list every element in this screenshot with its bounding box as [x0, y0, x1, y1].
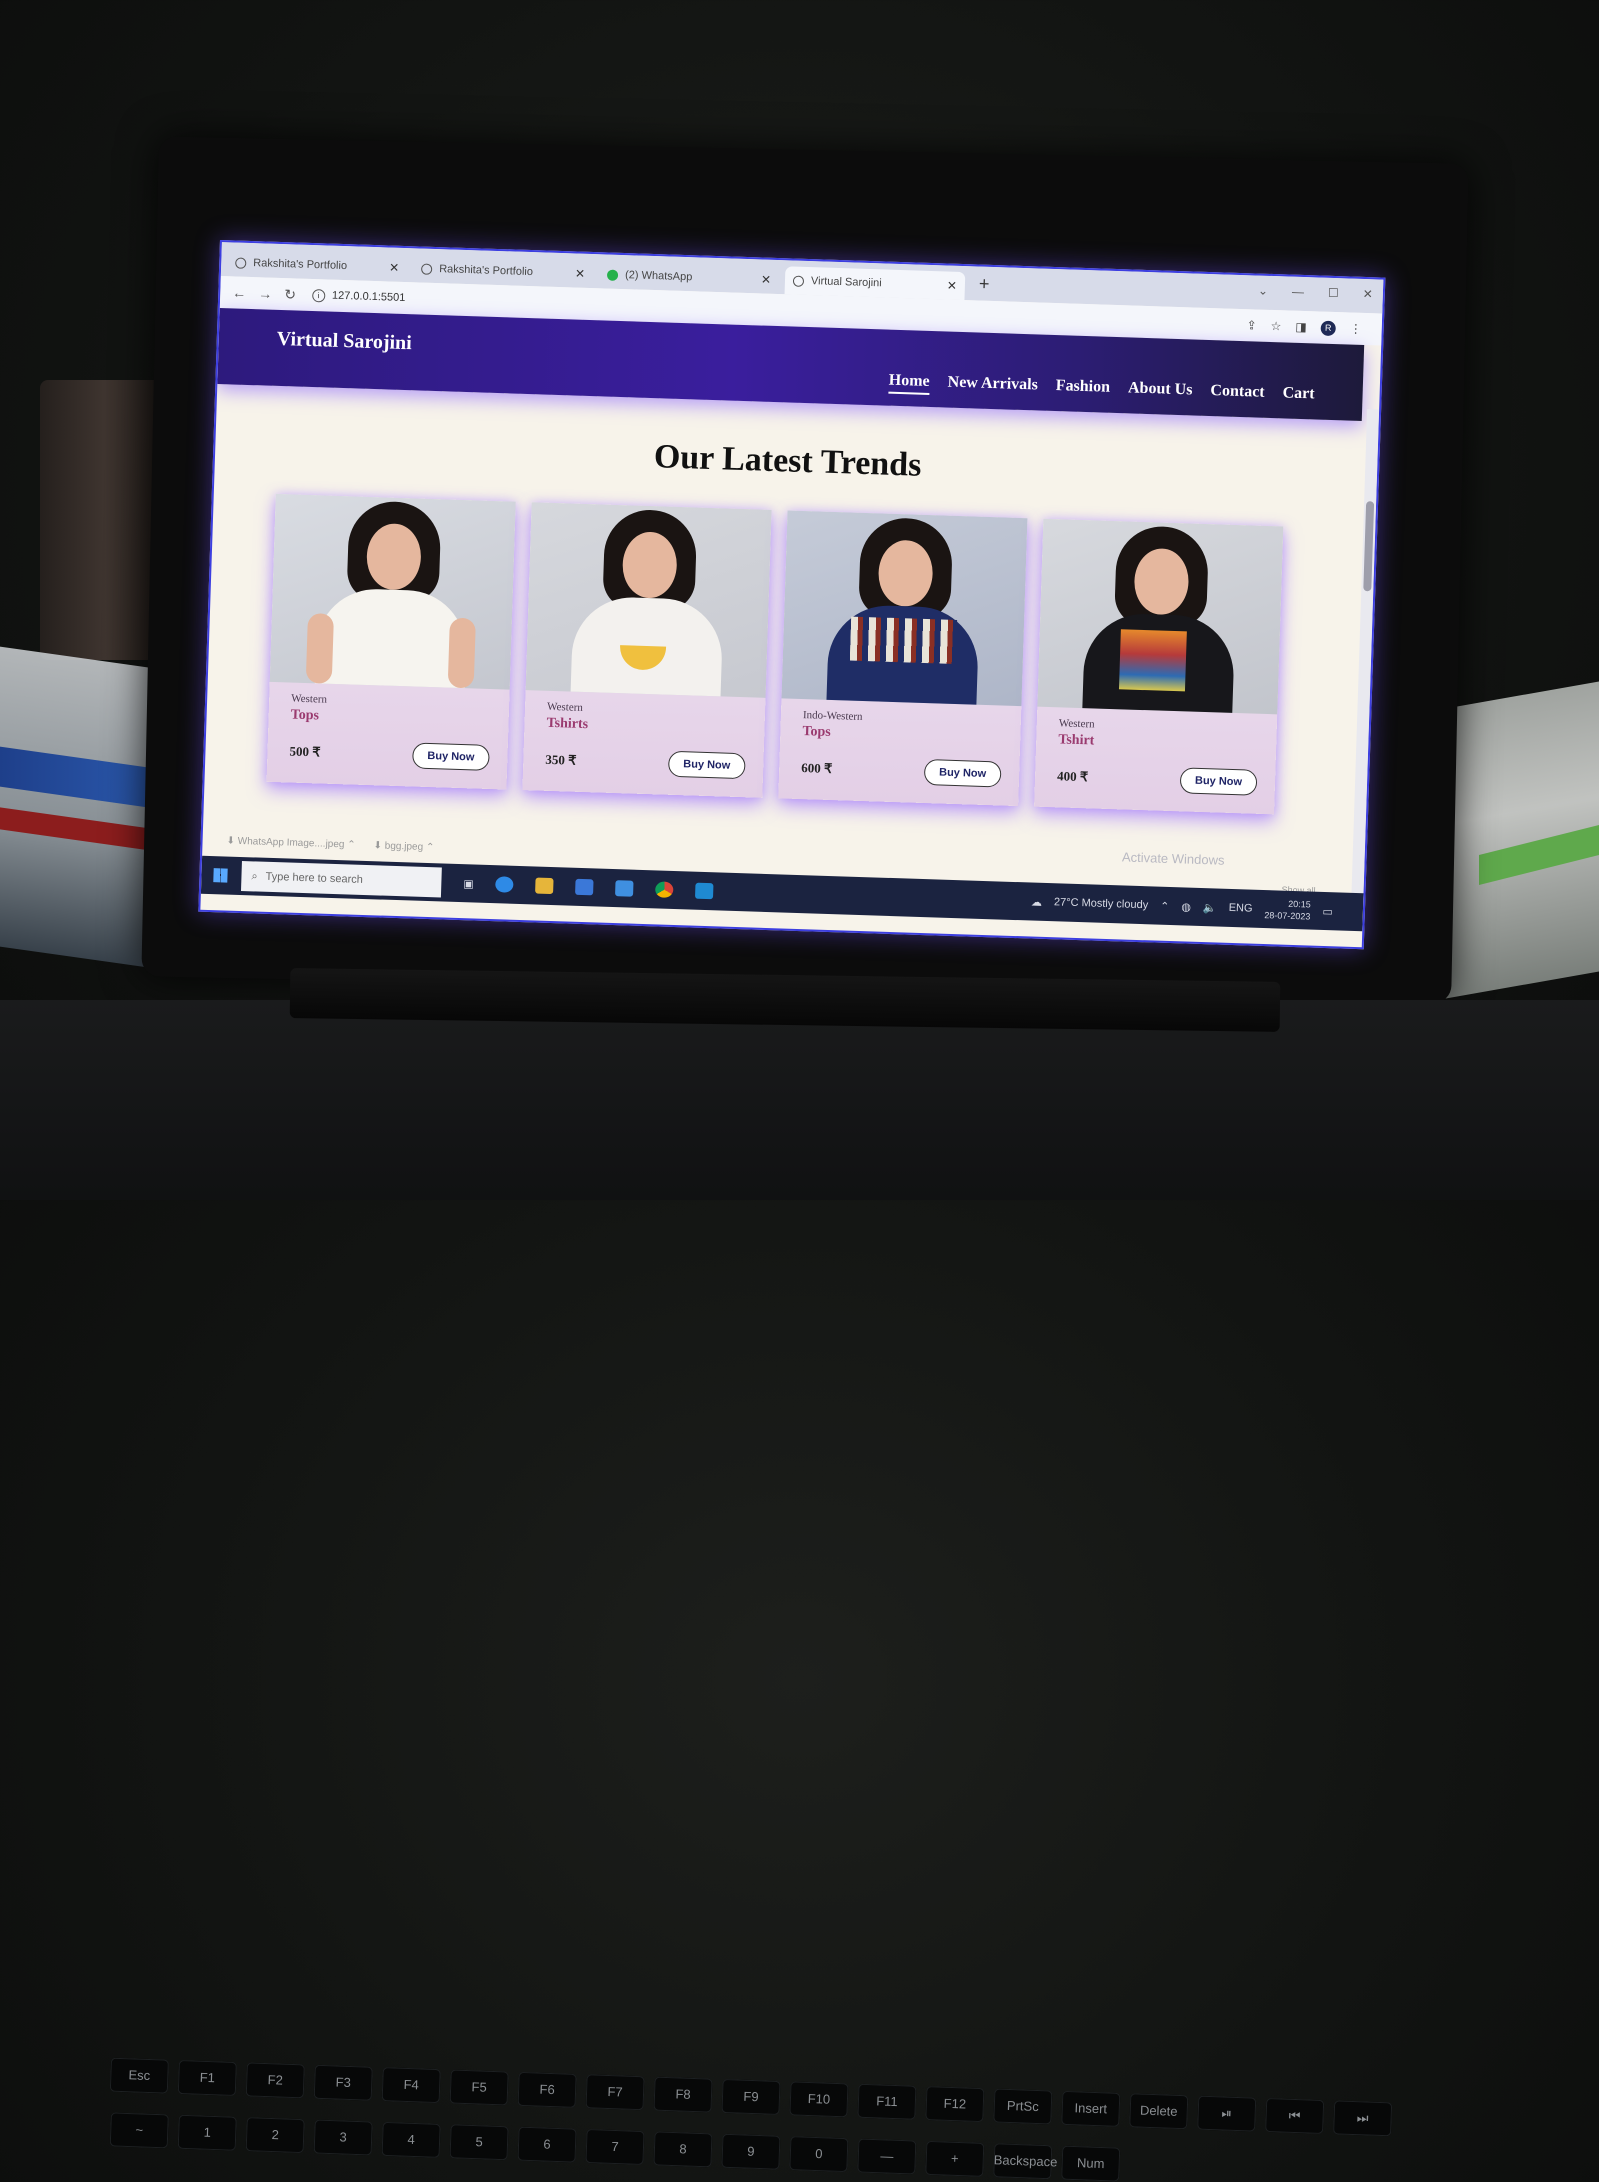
product-card: Western Tshirts 350 ₹ Buy Now	[522, 502, 772, 798]
product-card: Indo-Western Tops 600 ₹ Buy Now	[778, 510, 1028, 807]
share-icon[interactable]: ⇪	[1246, 318, 1257, 332]
nav-contact[interactable]: Contact	[1210, 382, 1265, 406]
tab-title: Rakshita's Portfolio	[253, 257, 348, 273]
tray-chevron-icon[interactable]: ⌃	[1160, 899, 1170, 912]
close-icon[interactable]: ✕	[389, 260, 400, 274]
tab-title: (2) WhatsApp	[624, 269, 693, 284]
download-item[interactable]: ⬇ bgg.jpeg ⌃	[373, 840, 434, 853]
nav-fashion[interactable]: Fashion	[1055, 377, 1111, 401]
buy-now-button[interactable]: Buy Now	[667, 750, 746, 780]
weather-text[interactable]: 27°C Mostly cloudy	[1054, 896, 1149, 911]
site-brand[interactable]: Virtual Sarojini	[276, 328, 412, 355]
new-tab-button[interactable]: +	[970, 273, 997, 301]
whatsapp-icon	[606, 269, 619, 281]
volume-icon[interactable]: 🔈	[1203, 901, 1217, 914]
side-panel-icon[interactable]: ◨	[1295, 320, 1307, 334]
product-image	[525, 502, 772, 698]
close-icon[interactable]: ✕	[947, 278, 958, 292]
pinned-apps: ▣	[463, 875, 714, 900]
product-price: 350 ₹	[545, 751, 577, 768]
product-card: Western Tops 500 ₹ Buy Now	[266, 493, 516, 790]
search-icon: ⌕	[251, 869, 258, 883]
clock-date: 28-07-2023	[1264, 910, 1311, 922]
mail-icon[interactable]	[615, 880, 634, 897]
tab-title: Rakshita's Portfolio	[438, 263, 534, 279]
system-tray: ☁ 27°C Mostly cloudy ⌃ ◍ 🔈 ENG 20:15 28-…	[1031, 890, 1334, 924]
product-name: Tops	[290, 707, 320, 724]
minimize-icon[interactable]: —	[1292, 285, 1304, 299]
nav-home[interactable]: Home	[888, 371, 930, 395]
edge-icon[interactable]	[495, 876, 515, 893]
clock[interactable]: 20:15 28-07-2023	[1264, 897, 1311, 922]
url-text: 127.0.0.1:5501	[331, 289, 406, 305]
window-controls: ⌄ — ☐ ✕	[1258, 284, 1373, 302]
star-icon[interactable]: ☆	[1270, 319, 1281, 333]
globe-icon	[792, 275, 805, 287]
task-view-icon[interactable]: ▣	[463, 877, 474, 890]
download-item[interactable]: ⬇ WhatsApp Image....jpeg ⌃	[226, 835, 355, 850]
nav-cart[interactable]: Cart	[1282, 384, 1315, 407]
number-key-row: ~1 2 3 4 5 6 7 8 9 0— + Backspace Num	[109, 2112, 1121, 2182]
site-menu: Home New Arrivals Fashion About Us Conta…	[888, 371, 1315, 408]
file-explorer-icon[interactable]	[535, 877, 554, 895]
product-name: Tshirt	[1058, 732, 1095, 749]
nav-new-arrivals[interactable]: New Arrivals	[947, 374, 1038, 399]
back-icon[interactable]: ←	[232, 284, 247, 300]
reload-icon[interactable]: ↻	[284, 286, 296, 303]
globe-icon	[235, 257, 247, 269]
taskbar-search[interactable]: ⌕ Type here to search	[240, 861, 442, 898]
globe-icon	[421, 263, 433, 275]
info-icon[interactable]: i	[311, 288, 326, 302]
store-icon[interactable]	[575, 878, 594, 896]
browser-actions: ⇪ ☆ ◨ R ⋮	[1246, 318, 1362, 337]
product-name: Tops	[802, 724, 831, 740]
tab-search-icon[interactable]: ⌄	[1258, 284, 1269, 298]
network-icon[interactable]: ◍	[1181, 900, 1191, 913]
windows-start-icon[interactable]	[213, 868, 228, 883]
forward-icon[interactable]: →	[258, 285, 273, 301]
scroll-thumb[interactable]	[1363, 501, 1375, 592]
profile-avatar[interactable]: R	[1320, 320, 1336, 336]
vscode-icon[interactable]	[695, 882, 714, 900]
section-heading: Our Latest Trends	[653, 438, 923, 484]
product-price: 400 ₹	[1056, 768, 1089, 785]
product-image	[781, 510, 1028, 707]
notification-icon[interactable]: ▭	[1322, 904, 1333, 917]
language-indicator[interactable]: ENG	[1228, 902, 1252, 915]
product-card: Western Tshirt 400 ₹ Buy Now	[1034, 518, 1284, 815]
buy-now-button[interactable]: Buy Now	[411, 742, 490, 771]
nav-about-us[interactable]: About Us	[1128, 379, 1193, 403]
maximize-icon[interactable]: ☐	[1328, 286, 1339, 300]
product-price: 600 ₹	[801, 760, 833, 777]
search-placeholder: Type here to search	[265, 870, 364, 886]
product-price: 500 ₹	[289, 743, 321, 760]
laptop-keyboard-deck: Esc F1 F2 F3 F4 F5 F6 F7 F8 F9 F10 F11 F12 PrtSc Inser…	[0, 1000, 1599, 2182]
chrome-icon[interactable]	[655, 881, 674, 898]
buy-now-button[interactable]: Buy Now	[923, 759, 1002, 788]
close-icon[interactable]: ✕	[761, 272, 772, 286]
close-icon[interactable]: ✕	[575, 266, 586, 280]
weather-icon: ☁	[1030, 896, 1043, 909]
product-image	[1037, 518, 1284, 715]
tab-title: Virtual Sarojini	[810, 275, 882, 290]
product-image	[269, 493, 516, 690]
product-grid: Western Tops 500 ₹ Buy Now Western Tshir…	[266, 493, 1284, 815]
close-window-icon[interactable]: ✕	[1363, 287, 1374, 301]
menu-kebab-icon[interactable]: ⋮	[1350, 322, 1362, 336]
buy-now-button[interactable]: Buy Now	[1179, 767, 1258, 796]
url-field[interactable]: i 127.0.0.1:5501	[311, 288, 406, 305]
product-name: Tshirts	[546, 715, 589, 733]
laptop-screen: Rakshita's Portfolio ✕ Rakshita's Portfo…	[198, 240, 1386, 950]
